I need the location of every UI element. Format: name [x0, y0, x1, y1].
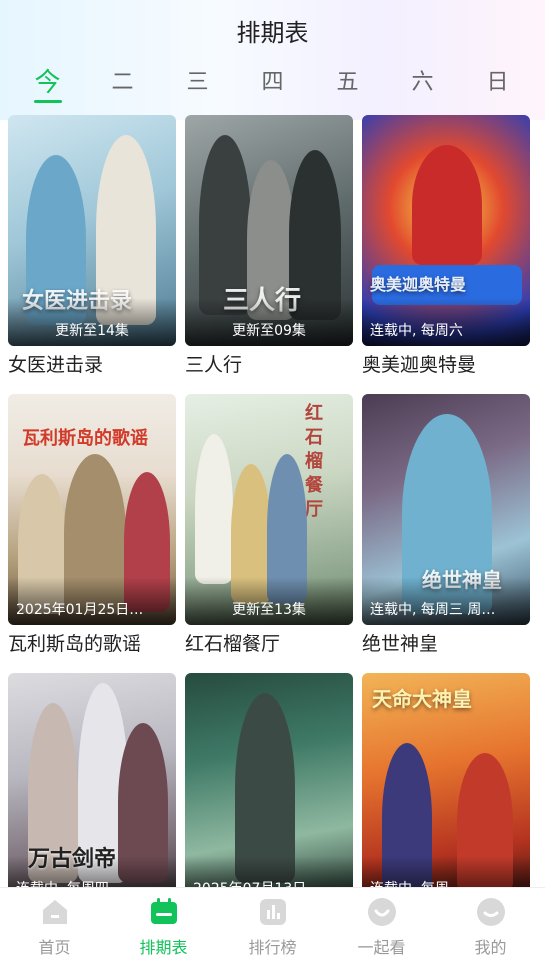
show-title: 女医进击录 — [8, 354, 104, 376]
show-card[interactable]: 奥美迦奥特曼 连载中, 每周六 奥美迦奥特曼 — [362, 115, 530, 394]
show-poster: 天命大神皇 连载中, 每周 — [362, 673, 530, 904]
profile-icon — [476, 897, 505, 926]
poster-art-title: 红石榴餐厅 — [305, 403, 323, 520]
update-status: 更新至13集 — [232, 602, 306, 618]
show-poster: 女医进击录 更新至14集 — [8, 115, 176, 346]
show-grid: 女医进击录 更新至14集 女医进击录 三人行 更新至09集 三人行 奥美迦奥特曼… — [8, 115, 536, 952]
nav-watch-together[interactable]: 一起看 — [337, 888, 427, 965]
tab-friday[interactable]: 五 — [318, 55, 378, 105]
nav-ranking[interactable]: 排行榜 — [228, 888, 318, 965]
show-title: 红石榴餐厅 — [185, 633, 281, 655]
nav-label: 排期表 — [139, 937, 188, 957]
show-title: 绝世神皇 — [362, 633, 439, 655]
show-poster: 三人行 更新至09集 — [185, 115, 353, 346]
update-status: 连载中, 每周三 周… — [370, 602, 496, 618]
poster-figure — [235, 693, 295, 883]
show-card[interactable]: 三人行 更新至09集 三人行 — [185, 115, 353, 394]
tab-label: 二 — [111, 70, 134, 95]
poster-figure — [412, 145, 482, 265]
show-title: 三人行 — [185, 354, 243, 376]
show-poster: 瓦利斯岛的歌谣 2025年01月25日… — [8, 394, 176, 625]
page-title: 排期表 — [236, 18, 309, 47]
poster-art-title: 天命大神皇 — [372, 687, 472, 711]
nav-label: 一起看 — [357, 937, 406, 957]
tab-today[interactable]: 今 — [18, 55, 78, 105]
watch-together-icon — [367, 897, 396, 926]
show-card[interactable]: 红石榴餐厅 更新至13集 红石榴餐厅 — [185, 394, 353, 673]
update-status: 更新至14集 — [55, 323, 129, 339]
show-poster: 2025年07月13日 — [185, 673, 353, 904]
bottom-nav: 首页 排期表 排行榜 一起看 我的 — [0, 887, 545, 965]
update-status: 更新至09集 — [232, 323, 306, 339]
calendar-icon — [150, 897, 177, 924]
tab-label: 五 — [336, 70, 359, 95]
active-tab-indicator — [33, 100, 62, 103]
tab-label: 三 — [186, 70, 209, 95]
ranking-icon — [259, 898, 286, 925]
day-tabs: 今 二 三 四 五 六 日 — [0, 55, 545, 105]
poster-art-title: 瓦利斯岛的歌谣 — [22, 428, 148, 449]
nav-label: 我的 — [474, 937, 507, 957]
show-poster: 奥美迦奥特曼 连载中, 每周六 — [362, 115, 530, 346]
tab-label: 日 — [486, 70, 509, 95]
home-icon — [42, 899, 67, 924]
tab-wednesday[interactable]: 三 — [168, 55, 228, 105]
nav-profile[interactable]: 我的 — [446, 888, 536, 965]
show-card[interactable]: 绝世神皇 连载中, 每周三 周… 绝世神皇 — [362, 394, 530, 673]
show-card[interactable]: 瓦利斯岛的歌谣 2025年01月25日… 瓦利斯岛的歌谣 — [8, 394, 176, 673]
show-poster: 红石榴餐厅 更新至13集 — [185, 394, 353, 625]
show-poster: 绝世神皇 连载中, 每周三 周… — [362, 394, 530, 625]
update-status: 连载中, 每周六 — [370, 323, 463, 339]
tab-thursday[interactable]: 四 — [243, 55, 303, 105]
tab-label: 六 — [411, 70, 434, 95]
poster-figure — [195, 434, 233, 584]
tab-label: 今 — [34, 67, 61, 98]
tab-sunday[interactable]: 日 — [468, 55, 528, 105]
show-poster: 万古剑帝 连载中, 每周四 — [8, 673, 176, 904]
tab-label: 四 — [261, 70, 284, 95]
show-title: 瓦利斯岛的歌谣 — [8, 633, 142, 655]
nav-home[interactable]: 首页 — [10, 888, 100, 965]
nav-schedule[interactable]: 排期表 — [119, 888, 209, 965]
show-card[interactable]: 女医进击录 更新至14集 女医进击录 — [8, 115, 176, 394]
tab-saturday[interactable]: 六 — [393, 55, 453, 105]
show-title: 奥美迦奥特曼 — [362, 354, 477, 376]
header: 排期表 — [0, 0, 545, 60]
tab-tuesday[interactable]: 二 — [93, 55, 153, 105]
nav-label: 排行榜 — [248, 937, 297, 957]
poster-art-title: 奥美迦奥特曼 — [370, 275, 467, 294]
nav-label: 首页 — [38, 937, 71, 957]
update-status: 2025年01月25日… — [16, 602, 144, 618]
